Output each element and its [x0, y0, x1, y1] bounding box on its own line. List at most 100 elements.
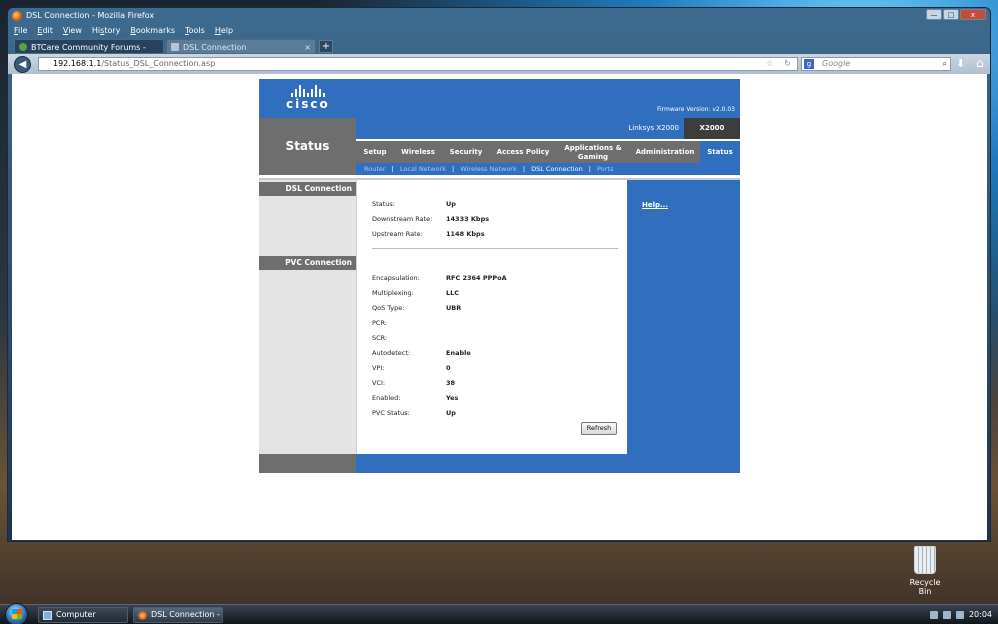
sub-nav: Router | Local Network | Wireless Networ… — [356, 163, 740, 175]
reload-icon[interactable]: ↻ — [784, 58, 791, 70]
subtab-ports[interactable]: Ports — [597, 165, 613, 173]
taskbar-item-label: DSL Connection - M... — [151, 610, 220, 619]
subtab-dsl-connection[interactable]: DSL Connection — [531, 165, 583, 173]
tab-close-icon[interactable]: × — [304, 40, 311, 55]
help-link[interactable]: Help... — [642, 201, 668, 209]
model-badge: X2000 — [684, 118, 740, 139]
tab-applications-gaming[interactable]: Applications & Gaming — [556, 141, 630, 163]
help-column: Help... — [627, 180, 740, 473]
window-title: DSL Connection - Mozilla Firefox — [26, 11, 155, 20]
search-placeholder: Google — [822, 59, 851, 68]
tray-update-icon[interactable] — [955, 611, 964, 619]
pvc-row-qos-type: QoS Type: UBR — [372, 304, 462, 312]
firefox-icon — [12, 11, 22, 21]
navigation-bar: ◀ 192.168.1.1/Status_DSL_Connection.asp … — [8, 54, 990, 74]
router-status-page: cisco Firmware Version: v2.0.03 Status L… — [259, 79, 740, 473]
main-nav: Setup Wireless Security Access Policy Ap… — [356, 139, 740, 163]
product-bar: Linksys X2000 X2000 — [356, 118, 740, 139]
section-divider — [372, 248, 618, 249]
tab-status[interactable]: Status — [700, 141, 740, 163]
tab-label-line1: Applications & — [564, 144, 622, 152]
pvc-row-pcr: PCR: — [372, 319, 387, 327]
recycle-bin-label: Recycle Bin — [909, 578, 941, 596]
bookmark-star-icon[interactable]: ☆ — [766, 58, 773, 70]
menu-view[interactable]: View — [63, 24, 82, 38]
pvc-row-multiplexing: Multiplexing: LLC — [372, 289, 460, 297]
subtab-separator: | — [588, 165, 591, 173]
cisco-bars-icon — [286, 85, 330, 97]
tab-security[interactable]: Security — [442, 141, 490, 163]
search-icon[interactable]: ⌕ — [943, 58, 947, 70]
back-arrow-icon: ◀ — [18, 59, 27, 70]
pvc-row-pvc-status: PVC Status: Up — [372, 409, 456, 417]
pvc-row-vpi: VPI: 0 — [372, 364, 451, 372]
subtab-separator: | — [522, 165, 526, 173]
subtab-router[interactable]: Router — [364, 165, 386, 173]
dsl-row-upstream: Upstream Rate: 1148 Kbps — [372, 230, 485, 238]
downloads-icon[interactable]: ⬇ — [956, 57, 965, 70]
menu-tools[interactable]: Tools — [185, 24, 205, 38]
pvc-row-enabled: Enabled: Yes — [372, 394, 459, 402]
search-input[interactable]: g Google ⌕ — [801, 57, 951, 71]
menu-edit[interactable]: Edit — [37, 24, 53, 38]
close-button[interactable]: x — [960, 9, 986, 20]
tab-setup[interactable]: Setup — [356, 141, 394, 163]
new-tab-button[interactable]: + — [319, 40, 333, 53]
subtab-separator: | — [452, 165, 455, 173]
maximize-button[interactable]: □ — [943, 9, 959, 20]
url-path: /Status_DSL_Connection.asp — [101, 59, 216, 68]
recycle-bin[interactable]: Recycle Bin — [903, 546, 947, 596]
recycle-bin-icon — [914, 546, 936, 574]
computer-icon — [43, 611, 52, 620]
firmware-version: Firmware Version: v2.0.03 — [656, 106, 735, 113]
google-icon[interactable]: g — [804, 59, 814, 69]
dsl-row-status: Status: Up — [372, 200, 456, 208]
address-bar[interactable]: 192.168.1.1/Status_DSL_Connection.asp ☆ … — [38, 57, 798, 71]
tab-wireless[interactable]: Wireless — [394, 141, 442, 163]
start-button[interactable] — [5, 603, 28, 624]
tab-access-policy[interactable]: Access Policy — [490, 141, 556, 163]
taskbar: Computer DSL Connection - M... 20:04 — [0, 603, 998, 624]
left-column: DSL Connection PVC Connection — [259, 180, 356, 454]
section-dsl-connection: DSL Connection — [259, 182, 356, 196]
refresh-button[interactable]: Refresh — [581, 422, 617, 435]
subtab-wireless-network[interactable]: Wireless Network — [460, 165, 516, 173]
tab-label-line2: Gaming — [577, 153, 609, 161]
tab-dsl-connection[interactable]: DSL Connection × — [166, 39, 316, 54]
router-header: cisco Firmware Version: v2.0.03 — [259, 79, 740, 118]
tab-label: DSL Connection — [183, 43, 247, 52]
cisco-logo: cisco — [286, 85, 330, 111]
menu-help[interactable]: Help — [215, 24, 233, 38]
dsl-row-downstream: Downstream Rate: 14333 Kbps — [372, 215, 490, 223]
pvc-row-vci: VCI: 38 — [372, 379, 456, 387]
tray-network-icon[interactable] — [929, 611, 938, 619]
taskbar-item-label: Computer — [56, 610, 96, 619]
window-controls: — □ x — [926, 9, 986, 20]
subtab-local-network[interactable]: Local Network — [400, 165, 446, 173]
section-pvc-connection: PVC Connection — [259, 256, 356, 270]
menu-bookmarks[interactable]: Bookmarks — [130, 24, 175, 38]
taskbar-item-computer[interactable]: Computer — [38, 607, 128, 623]
btcare-favicon-icon — [19, 43, 27, 51]
cisco-wordmark: cisco — [286, 97, 330, 111]
firefox-icon — [138, 611, 147, 620]
tab-administration[interactable]: Administration — [630, 141, 700, 163]
back-button[interactable]: ◀ — [14, 56, 31, 73]
pvc-row-scr: SCR: — [372, 334, 388, 342]
taskbar-item-firefox[interactable]: DSL Connection - M... — [133, 607, 223, 623]
menu-history[interactable]: History — [92, 24, 120, 38]
tab-bar: BTCare Community Forums - BTCare... DSL … — [8, 38, 990, 67]
browser-window: DSL Connection - Mozilla Firefox — □ x F… — [7, 7, 991, 542]
url-host: 192.168.1.1 — [53, 59, 102, 68]
tray-volume-icon[interactable] — [942, 611, 951, 619]
status-panel: Status: Up Downstream Rate: 14333 Kbps Ups… — [356, 180, 627, 454]
home-icon[interactable]: ⌂ — [976, 56, 984, 70]
tab-btcare[interactable]: BTCare Community Forums - BTCare... — [14, 39, 164, 67]
subtab-separator: | — [391, 165, 394, 173]
windows-logo-icon — [12, 609, 22, 619]
footer-main — [356, 454, 627, 473]
minimize-button[interactable]: — — [926, 9, 942, 20]
page-favicon-icon — [171, 43, 179, 51]
menu-file[interactable]: File — [14, 24, 27, 38]
clock[interactable]: 20:04 — [969, 605, 992, 624]
